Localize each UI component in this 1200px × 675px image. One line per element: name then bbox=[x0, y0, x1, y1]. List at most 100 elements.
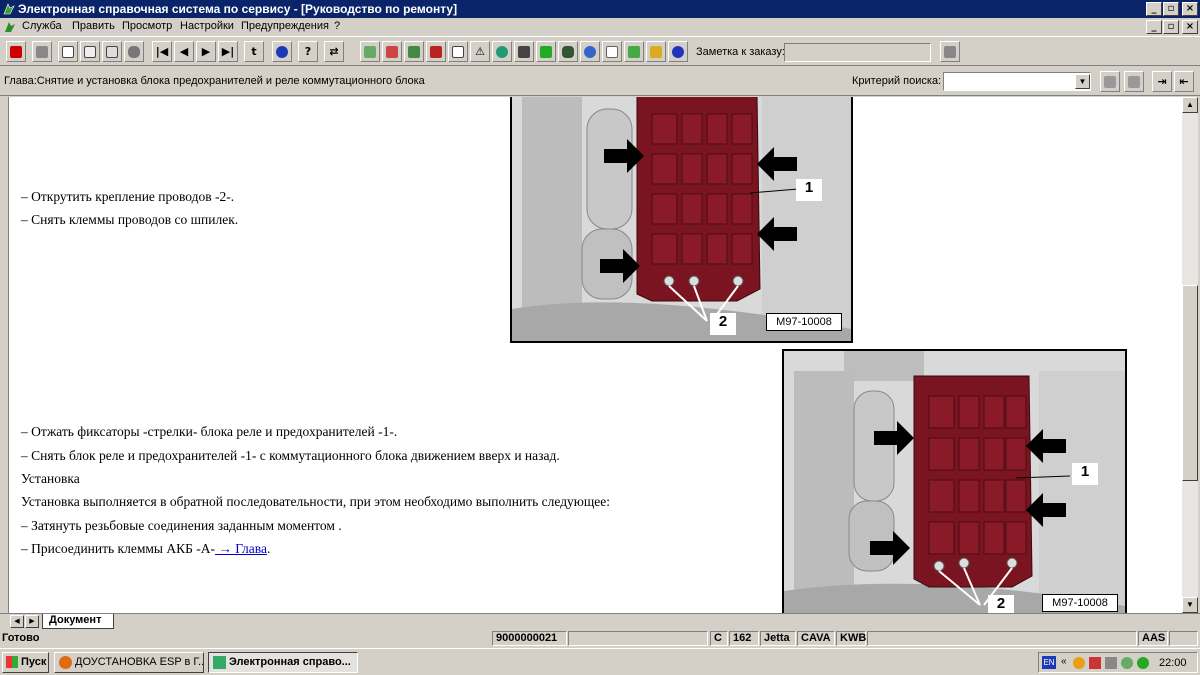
list-icon[interactable] bbox=[448, 41, 468, 62]
first-page-icon[interactable]: |◀ bbox=[152, 41, 172, 62]
checklist-icon[interactable] bbox=[602, 41, 622, 62]
taskbar-item-service[interactable]: Электронная справо... bbox=[208, 652, 358, 673]
section-heading: Установка bbox=[21, 471, 80, 486]
scroll-up-icon[interactable]: ▲ bbox=[1182, 97, 1198, 113]
firefox-icon bbox=[59, 656, 72, 669]
menu-edit[interactable]: Править bbox=[72, 20, 115, 32]
search-back-icon[interactable] bbox=[1124, 71, 1144, 92]
tray-security-icon[interactable] bbox=[1121, 657, 1133, 669]
relay-block-image bbox=[512, 97, 851, 341]
doc-restore-button[interactable]: ▫ bbox=[1163, 20, 1179, 34]
network-icon[interactable] bbox=[668, 41, 688, 62]
last-page-icon[interactable]: ▶| bbox=[218, 41, 238, 62]
question-icon[interactable]: ? bbox=[298, 41, 318, 62]
chevron-down-icon[interactable]: ▼ bbox=[1075, 74, 1090, 89]
scroll-thumb[interactable] bbox=[1182, 285, 1198, 481]
jump-icon[interactable]: t bbox=[244, 41, 264, 62]
tab-scroll-right-icon[interactable]: ▶ bbox=[25, 615, 39, 628]
help-book-icon[interactable] bbox=[646, 41, 666, 62]
instruction-end: . bbox=[266, 541, 271, 556]
info-icon[interactable] bbox=[272, 41, 292, 62]
toolbar: |◀ ◀ ▶ ▶| t ? ⇄ ⚠ Заметка к заказу: bbox=[0, 36, 1200, 66]
search-forward-icon[interactable] bbox=[1100, 71, 1120, 92]
note-edit-icon[interactable] bbox=[940, 41, 960, 62]
clock[interactable]: 22:00 bbox=[1159, 657, 1187, 669]
windows-logo-icon bbox=[6, 656, 18, 668]
menu-bar: Служба Править Просмотр Настройки Предуп… bbox=[0, 18, 1200, 36]
maximize-button[interactable]: ▫ bbox=[1163, 2, 1179, 16]
window-title: Электронная справочная система по сервис… bbox=[18, 2, 458, 16]
tray-volume-icon[interactable] bbox=[1105, 657, 1117, 669]
minimize-button[interactable]: _ bbox=[1146, 2, 1162, 16]
taskbar-item-browser[interactable]: ДОУСТАНОВКА ESP в Г... bbox=[54, 652, 204, 673]
app-icon bbox=[3, 3, 15, 15]
menu-help[interactable]: ? bbox=[334, 20, 340, 32]
collapse-icon[interactable]: ⇤ bbox=[1174, 71, 1194, 92]
car-icon[interactable] bbox=[124, 41, 144, 62]
tab-document[interactable]: Документ bbox=[42, 614, 114, 629]
vehicle-icon[interactable] bbox=[558, 41, 578, 62]
warning-icon[interactable]: ⚠ bbox=[470, 41, 490, 62]
document-view[interactable]: 1 2 M97-10008 1 2 M97-10008 – Открутить … bbox=[8, 97, 1182, 613]
instruction-line: – Затянуть резьбовые соединения заданным… bbox=[21, 518, 342, 533]
tray-expand-icon[interactable]: « bbox=[1061, 656, 1067, 667]
service-app-icon bbox=[213, 656, 226, 669]
document-icon bbox=[5, 22, 15, 32]
start-button[interactable]: Пуск bbox=[2, 652, 49, 673]
chapter-bar: Глава:Снятие и установка блока предохран… bbox=[0, 66, 1200, 96]
menu-settings[interactable]: Настройки bbox=[180, 20, 234, 32]
status-bar: Готово 9000000021 C 162 Jetta CAVA KWB A… bbox=[0, 630, 1200, 647]
menu-service[interactable]: Служба bbox=[22, 20, 62, 32]
grid-icon[interactable] bbox=[382, 41, 402, 62]
status-model: Jetta bbox=[760, 631, 796, 646]
order-number: 9000000021 bbox=[492, 631, 567, 646]
close-button[interactable]: × bbox=[1182, 2, 1198, 16]
document-list-icon[interactable] bbox=[102, 41, 122, 62]
tab-scroll-left-icon[interactable]: ◀ bbox=[10, 615, 24, 628]
next-page-icon[interactable]: ▶ bbox=[196, 41, 216, 62]
callout-2: 2 bbox=[710, 313, 736, 335]
title-bar: Электронная справочная система по сервис… bbox=[0, 0, 1200, 18]
chapter-link[interactable]: → Глава bbox=[215, 541, 267, 556]
scroll-down-icon[interactable]: ▼ bbox=[1182, 597, 1198, 613]
doc-minimize-button[interactable]: _ bbox=[1146, 20, 1162, 34]
menu-warnings[interactable]: Предупреждения bbox=[241, 20, 329, 32]
search-criteria-label: Критерий поиска: bbox=[852, 75, 942, 87]
new-document-icon[interactable] bbox=[58, 41, 78, 62]
status-engine: CAVA bbox=[797, 631, 835, 646]
tray-app-icon[interactable] bbox=[1073, 657, 1085, 669]
swap-icon[interactable]: ⇄ bbox=[324, 41, 344, 62]
edit-icon[interactable] bbox=[624, 41, 644, 62]
instruction-text: – Присоединить клеммы АКБ -А- bbox=[21, 541, 215, 556]
callout-1: 1 bbox=[1072, 463, 1098, 485]
callout-2: 2 bbox=[988, 595, 1014, 613]
figure-relay-block-bottom: 1 2 M97-10008 bbox=[782, 349, 1127, 613]
save-icon[interactable] bbox=[514, 41, 534, 62]
instruction-line: – Присоединить клеммы АКБ -А- → Глава. bbox=[21, 541, 270, 557]
status-gearbox: KWB bbox=[836, 631, 866, 646]
calculator-icon[interactable] bbox=[360, 41, 380, 62]
print-icon[interactable] bbox=[32, 41, 52, 62]
search-criteria-select[interactable] bbox=[943, 72, 1091, 91]
exit-icon[interactable] bbox=[6, 41, 26, 62]
doc-close-button[interactable]: × bbox=[1182, 20, 1198, 34]
tool-icon[interactable] bbox=[536, 41, 556, 62]
status-aas: AAS bbox=[1138, 631, 1168, 646]
expand-icon[interactable]: ⇥ bbox=[1152, 71, 1172, 92]
menu-view[interactable]: Просмотр bbox=[122, 20, 172, 32]
vertical-scrollbar[interactable]: ▲ ▼ bbox=[1182, 97, 1198, 613]
document-left-border bbox=[0, 97, 8, 613]
wiring-icon[interactable] bbox=[404, 41, 424, 62]
search-icon[interactable] bbox=[580, 41, 600, 62]
instruction-line: – Открутить крепление проводов -2-. bbox=[21, 189, 235, 204]
tray-network-icon[interactable] bbox=[1089, 657, 1101, 669]
globe-icon[interactable] bbox=[492, 41, 512, 62]
status-field-empty bbox=[568, 631, 708, 646]
document-edit-icon[interactable] bbox=[80, 41, 100, 62]
language-indicator[interactable]: EN bbox=[1042, 656, 1056, 669]
book-icon[interactable] bbox=[426, 41, 446, 62]
tabs-bar: ◀ ▶ Документ bbox=[0, 613, 1200, 629]
note-field[interactable] bbox=[784, 43, 931, 62]
previous-page-icon[interactable]: ◀ bbox=[174, 41, 194, 62]
tray-update-icon[interactable] bbox=[1137, 657, 1149, 669]
